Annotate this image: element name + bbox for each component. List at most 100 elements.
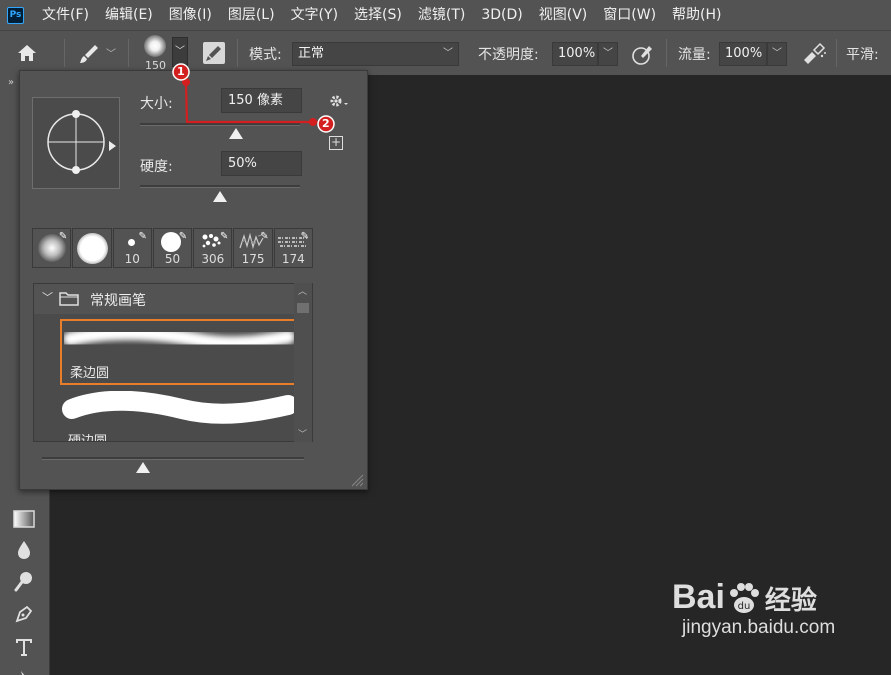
brush-picker-dropdown-icon[interactable]: ﹀ [172, 37, 188, 67]
scroll-down-icon[interactable]: ﹀ [298, 427, 307, 440]
caret-right-icon [109, 141, 116, 151]
recent-brush-175[interactable]: ✎ 175 [233, 228, 273, 268]
path-selection-tool-icon[interactable] [10, 663, 38, 675]
brush-list-scrollbar[interactable]: ︿ ﹀ [294, 283, 312, 442]
watermark-brand-right: 经验 [764, 586, 817, 616]
scrollbar-thumb[interactable] [297, 303, 309, 313]
size-input[interactable]: 150 像素 [221, 88, 302, 113]
menu-help[interactable]: 帮助(H) [664, 0, 729, 30]
hardness-input[interactable]: 50% [221, 151, 302, 176]
airbrush-icon[interactable] [800, 42, 828, 70]
new-preset-plus-icon[interactable]: + [329, 136, 343, 150]
opacity-input[interactable]: 100% [552, 42, 598, 66]
watermark-url: jingyan.baidu.com [682, 617, 836, 638]
brush-name: 硬边圆 [68, 434, 108, 442]
dodge-tool-icon[interactable] [10, 567, 38, 595]
type-tool-icon[interactable] [10, 633, 38, 661]
hardness-slider-track[interactable] [140, 185, 300, 188]
toggle-brush-settings-icon[interactable] [203, 42, 225, 64]
flow-dropdown-icon[interactable]: ﹀ [767, 42, 787, 66]
brush-group-name: 常规画笔 [90, 293, 146, 309]
menu-image[interactable]: 图像(I) [161, 0, 220, 30]
gradient-tool-icon[interactable] [10, 505, 38, 533]
menu-3d[interactable]: 3D(D) [473, 0, 530, 30]
brush-preset-thumbnail[interactable] [144, 35, 166, 57]
recent-brush-size: 10 [124, 252, 140, 266]
tool-preset-chevron-icon[interactable]: ﹀ [106, 45, 116, 60]
menu-window[interactable]: 窗口(W) [595, 0, 664, 30]
smoothing-label: 平滑: [846, 47, 879, 63]
brush-list: ﹀ 常规画笔 柔边圆 硬边圆 [33, 283, 313, 442]
chevron-down-icon[interactable]: ﹀ [42, 289, 53, 305]
recent-brushes-row: ✎ ✎ 10 ✎ 50 ✎ 306 ✎ 175 ✎ 174 [32, 228, 314, 268]
brush-preset-picker: 大小: 150 像素 + 硬度: 50% ✎ ✎ 10 ✎ 50 ✎ 306 ✎… [19, 70, 368, 490]
pressure-opacity-icon[interactable] [630, 42, 656, 70]
home-icon[interactable] [14, 40, 40, 70]
brush-tip-icon: ✎ [58, 231, 68, 242]
size-slider-thumb[interactable] [229, 128, 243, 139]
brush-tip-icon: ✎ [220, 231, 229, 242]
recent-brush-soft-round[interactable]: ✎ [32, 228, 72, 268]
flow-label: 流量: [678, 47, 711, 63]
menu-filter[interactable]: 滤镜(T) [410, 0, 473, 30]
flow-input[interactable]: 100% [719, 42, 767, 66]
menu-edit[interactable]: 编辑(E) [97, 0, 161, 30]
menu-select[interactable]: 选择(S) [346, 0, 410, 30]
hardness-slider-thumb[interactable] [213, 191, 227, 202]
recent-brush-50[interactable]: ✎ 50 [152, 228, 193, 268]
thumbnail-size-slider-thumb[interactable] [136, 462, 150, 473]
recent-brush-10[interactable]: ✎ 10 [112, 228, 152, 268]
separator [128, 39, 129, 67]
paw-logo-icon: du [729, 583, 759, 613]
thumbnail-size-slider-track[interactable] [42, 457, 304, 460]
mode-label: 模式: [249, 47, 282, 63]
watermark-brand-left: Bai [672, 578, 725, 616]
mode-select[interactable]: 正常 ﹀ [292, 42, 459, 66]
mode-value: 正常 [298, 46, 325, 61]
brush-tool-icon[interactable] [76, 41, 102, 71]
callout-number-1: 1 [177, 65, 185, 78]
menu-view[interactable]: 视图(V) [531, 0, 596, 30]
photoshop-window: Ps 文件(F) 编辑(E) 图像(I) 图层(L) 文字(Y) 选择(S) 滤… [0, 0, 891, 675]
brush-tip-icon: ✎ [138, 231, 147, 242]
blur-tool-icon[interactable] [10, 536, 38, 564]
recent-brush-174[interactable]: ✎ 174 [273, 228, 313, 268]
options-bar: ﹀ 150 ﹀ 模式: 正常 ﹀ 不透明度: 100% ﹀ 流量: 100% ﹀… [0, 30, 891, 75]
chevron-down-icon: ﹀ [443, 48, 453, 59]
opacity-dropdown-icon[interactable]: ﹀ [598, 42, 618, 66]
brush-shape-preview[interactable] [32, 97, 120, 189]
gear-icon[interactable] [328, 93, 350, 113]
menu-type[interactable]: 文字(Y) [283, 0, 346, 30]
recent-brush-size: 306 [201, 252, 225, 266]
separator [836, 39, 837, 67]
resize-grip-icon[interactable] [350, 473, 364, 487]
separator [237, 39, 238, 67]
brush-tip-icon: ✎ [260, 231, 269, 242]
recent-brush-size: 50 [164, 252, 181, 266]
pen-tool-icon[interactable] [10, 600, 38, 628]
callout-number-2: 2 [322, 117, 330, 130]
scroll-up-icon[interactable]: ︿ [298, 284, 307, 297]
brush-hard-round[interactable]: 硬边圆 [60, 388, 312, 442]
soft-stroke-preview [64, 326, 294, 351]
brush-tip-icon: ✎ [178, 231, 188, 242]
recent-brush-size: 175 [241, 252, 265, 266]
photoshop-logo: Ps [7, 6, 24, 24]
separator [64, 39, 65, 67]
size-label: 大小: [140, 96, 173, 112]
recent-brush-306[interactable]: ✎ 306 [193, 228, 233, 268]
size-slider-track[interactable] [140, 123, 300, 126]
baidu-watermark: Bai du 经验 jingyan.baidu.com [672, 578, 835, 639]
brush-group-header[interactable]: ﹀ 常规画笔 [34, 284, 312, 314]
brush-name: 柔边圆 [70, 366, 110, 381]
recent-brush-size: 174 [281, 252, 305, 266]
menubar: Ps 文件(F) 编辑(E) 图像(I) 图层(L) 文字(Y) 选择(S) 滤… [0, 0, 891, 30]
opacity-label: 不透明度: [478, 47, 539, 63]
brush-soft-round[interactable]: 柔边圆 [60, 319, 312, 385]
expand-panel-icon[interactable]: » [8, 77, 14, 88]
recent-brush-hard-round[interactable] [72, 228, 112, 268]
svg-text:du: du [738, 601, 751, 612]
folder-icon [59, 292, 79, 306]
menu-file[interactable]: 文件(F) [34, 0, 97, 30]
menu-layer[interactable]: 图层(L) [220, 0, 283, 30]
